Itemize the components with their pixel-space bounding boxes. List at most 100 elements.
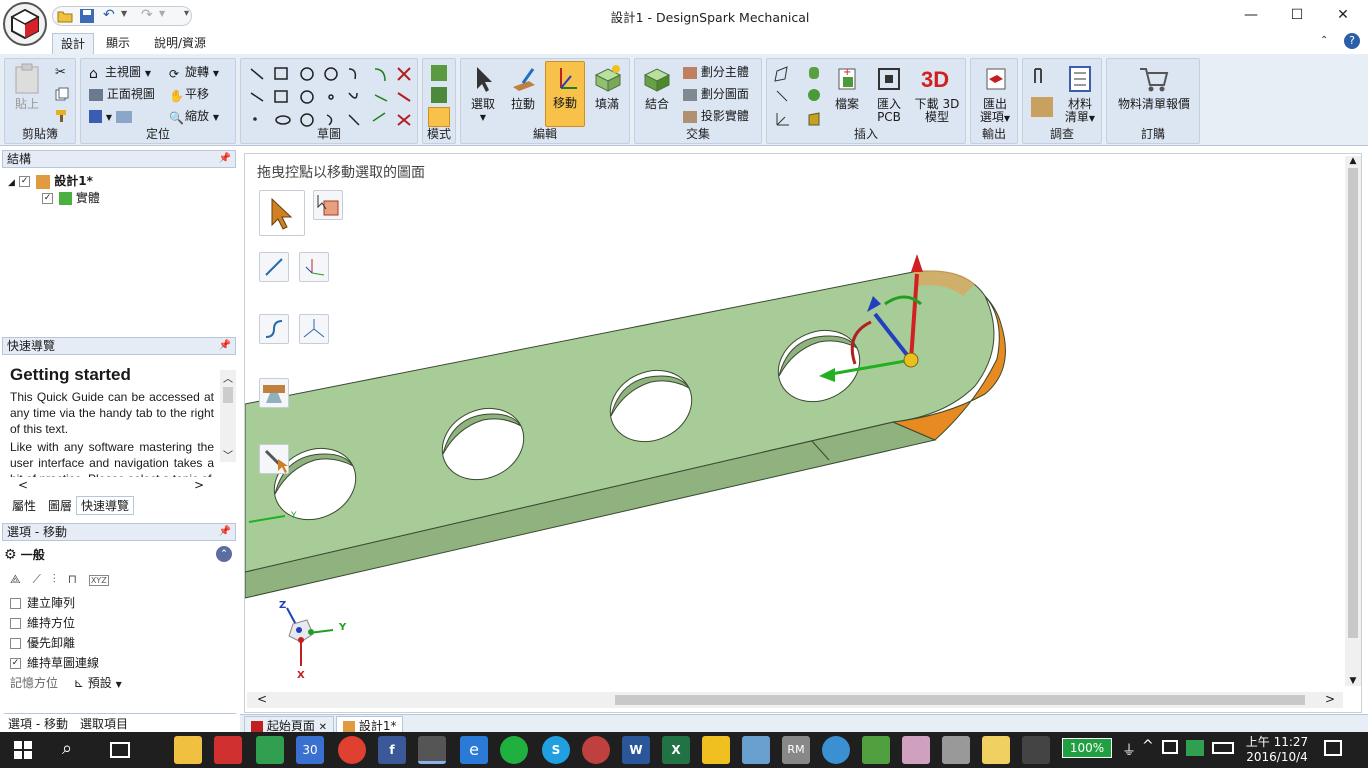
redo-dropdown-icon[interactable]: ▼ <box>159 9 165 18</box>
help-icon[interactable]: ? <box>1344 33 1360 49</box>
scroll-down-icon[interactable]: ▼ <box>1345 676 1361 686</box>
lightbulb-icon[interactable] <box>702 736 730 764</box>
designspark-taskbar-icon[interactable] <box>418 736 446 764</box>
clock-time[interactable]: 上午 11:27 <box>1242 733 1312 750</box>
front-view-button[interactable]: 正面視圖 <box>89 85 155 103</box>
tab-design[interactable]: 設計 <box>52 33 95 54</box>
scroll-left-icon[interactable]: < <box>18 478 28 492</box>
chrome-icon[interactable] <box>338 736 366 764</box>
open-icon[interactable] <box>57 8 73 24</box>
file-insert-button[interactable]: + 檔案 <box>829 63 865 111</box>
clock-date[interactable]: 2016/10/4 <box>1242 750 1312 764</box>
rm-app-icon[interactable]: RM <box>782 736 810 764</box>
undo-icon[interactable]: ↶ <box>103 7 115 23</box>
folder-app-icon[interactable] <box>982 736 1010 764</box>
tree-item-body[interactable]: ✓ 實體 <box>42 189 100 206</box>
anchor-button[interactable] <box>299 314 329 344</box>
pin-icon[interactable]: 📌 <box>219 151 231 167</box>
rotate-button[interactable]: ⟳ 旋轉 ▼ <box>169 63 219 81</box>
select-body-button[interactable] <box>313 190 343 220</box>
pin-icon[interactable]: 📌 <box>219 338 231 354</box>
zoom-button[interactable]: 🔍縮放 ▼ <box>169 107 219 125</box>
quickguide-vscroll[interactable]: ︿ ﹀ <box>220 370 236 462</box>
select-tool-button[interactable] <box>259 190 305 236</box>
option-maintain-orientation[interactable]: 維持方位 <box>10 614 75 631</box>
tools-app-icon[interactable] <box>942 736 970 764</box>
photos-icon[interactable] <box>1022 736 1050 764</box>
power-plug-icon[interactable]: ⏚ <box>1122 740 1136 760</box>
word-icon[interactable]: W <box>622 736 650 764</box>
line-icon[interactable] <box>500 736 528 764</box>
import-pcb-button[interactable]: 匯入 PCB <box>871 63 907 124</box>
bom-quote-button[interactable]: 物料清單報價 <box>1111 63 1197 111</box>
google-drive-tray-icon[interactable] <box>1186 740 1204 756</box>
app-flower-icon[interactable] <box>582 736 610 764</box>
ruler-button[interactable] <box>259 378 289 408</box>
split-face-button[interactable]: 劃分圖面 <box>683 85 749 103</box>
fill-button[interactable]: 填滿 <box>589 63 625 111</box>
doc-tab-start-page[interactable]: 起始頁面 ✕ <box>244 716 335 733</box>
doc-tab-design1[interactable]: 設計1* <box>336 716 404 733</box>
paint-icon[interactable] <box>742 736 770 764</box>
export-options-button[interactable]: 匯出 選項▼ <box>975 63 1015 125</box>
tab-quickguide[interactable]: 快速導覽 <box>76 496 135 515</box>
checkbox[interactable] <box>10 618 21 629</box>
snipping-icon[interactable] <box>902 736 930 764</box>
select-button[interactable]: 選取 ▼ <box>465 63 501 124</box>
maximize-button[interactable]: ☐ <box>1274 0 1320 30</box>
option-maintain-sketch-connectivity[interactable]: ✓ 維持草圖連線 <box>10 654 99 671</box>
start-icon[interactable] <box>14 741 32 759</box>
tab-properties[interactable]: 屬性 <box>12 497 36 514</box>
memory-orientation-select[interactable]: ⊾ 預設 ▼ <box>74 676 122 690</box>
paste-button[interactable]: 貼上 <box>9 63 45 111</box>
option-tool-1-icon[interactable]: ⟁ <box>10 572 21 586</box>
option-create-pattern[interactable]: 建立陣列 <box>10 594 75 611</box>
move-along-axis-button[interactable] <box>259 252 289 282</box>
tool-guide-button[interactable] <box>259 444 289 474</box>
facebook-icon[interactable]: f <box>378 736 406 764</box>
insert-shapes-grid[interactable] <box>773 63 825 127</box>
collapse-ribbon-icon[interactable]: ⌃ <box>1320 35 1328 46</box>
gmail-icon[interactable] <box>214 736 242 764</box>
task-view-icon[interactable] <box>110 742 130 758</box>
tab-help-resources[interactable]: 說明/資源 <box>146 33 214 54</box>
tab-display[interactable]: 顯示 <box>98 33 138 54</box>
options-section-general[interactable]: ⚙ 一般 ⌃ <box>4 546 234 564</box>
part-model[interactable]: Y <box>245 154 1345 694</box>
scroll-right-icon[interactable]: > <box>1325 692 1335 706</box>
body-checkbox[interactable]: ✓ <box>42 193 53 204</box>
edge-icon[interactable]: e <box>460 736 488 764</box>
bom-button[interactable]: 材料 清單▼ <box>1061 63 1099 125</box>
save-icon[interactable] <box>79 8 95 24</box>
undo-dropdown-icon[interactable]: ▼ <box>121 9 127 18</box>
cut-icon[interactable]: ✂ <box>55 65 66 80</box>
battery-indicator[interactable]: 100% <box>1062 738 1112 758</box>
wood-icon[interactable] <box>1031 97 1053 117</box>
checkbox[interactable] <box>10 598 21 609</box>
pull-button[interactable]: 拉動 <box>505 63 541 111</box>
format-painter-icon[interactable] <box>55 109 69 126</box>
viewport-vscroll[interactable]: ▲ ▼ <box>1345 156 1361 686</box>
option-tool-2-icon[interactable]: ⟋ <box>33 572 41 586</box>
split-body-button[interactable]: 劃分主體 <box>683 63 749 81</box>
checkbox[interactable] <box>10 638 21 649</box>
tab-options-move[interactable]: 選項 - 移動 <box>8 715 68 732</box>
tab-selection[interactable]: 選取項目 <box>80 715 128 732</box>
download-3d-button[interactable]: 3D 下載 3D 模型 <box>911 63 963 124</box>
app-logo-icon[interactable] <box>3 2 47 46</box>
move-path-button[interactable] <box>259 314 289 344</box>
tab-layers[interactable]: 圖層 <box>48 497 72 514</box>
scroll-down-icon[interactable]: ﹀ <box>220 447 236 462</box>
network-icon[interactable] <box>1162 740 1178 754</box>
file-explorer-icon[interactable] <box>174 736 202 764</box>
minimize-button[interactable]: — <box>1228 0 1274 30</box>
collapse-section-icon[interactable]: ⌃ <box>216 546 232 562</box>
scroll-right-icon[interactable]: > <box>194 478 204 492</box>
section-mode-icon[interactable] <box>431 87 447 103</box>
xyz-icon[interactable]: XYZ <box>88 575 109 586</box>
scroll-left-icon[interactable]: < <box>257 692 267 706</box>
sketch-tools-grid[interactable] <box>245 63 415 129</box>
option-detach-first[interactable]: 優先卸離 <box>10 634 75 651</box>
project-button[interactable]: 投影實體 <box>683 107 749 125</box>
pan-button[interactable]: ✋平移 <box>169 85 209 103</box>
